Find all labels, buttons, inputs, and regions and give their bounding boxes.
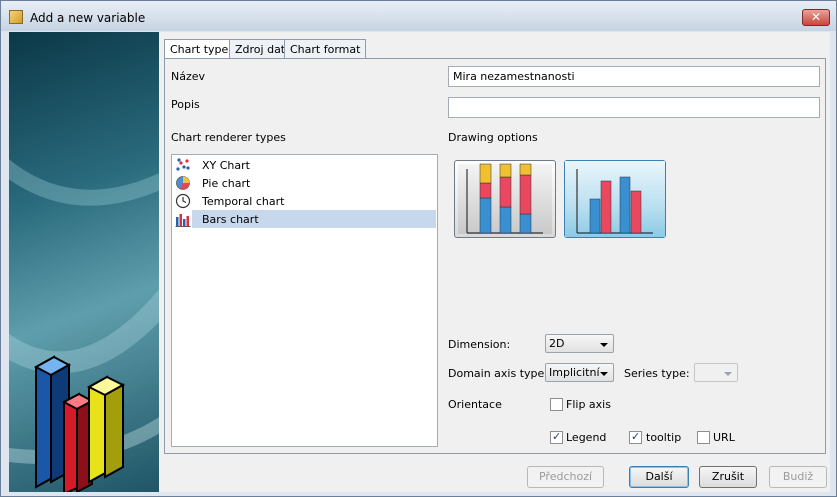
list-item-label: Temporal chart [202,195,285,208]
previous-button[interactable]: Předchozí [527,466,604,488]
clock-icon [175,193,191,209]
grouped-bar-chart-icon [565,161,665,237]
stacked-bar-chart-icon [458,163,552,234]
tooltip-label: tooltip [646,431,682,444]
wizard-side-artwork [9,32,159,492]
domain-axis-select[interactable]: Implicitní [545,363,614,382]
window-title: Add a new variable [30,11,146,25]
dimension-label: Dimension: [448,338,511,351]
legend-label: Legend [566,431,607,444]
tab-data-source[interactable]: Zdroj dat [229,39,292,58]
list-item-label: XY Chart [202,159,250,172]
description-label: Popis [171,98,200,111]
bar-chart-logo-icon [9,159,159,492]
list-item-pie-chart[interactable]: Pie chart [173,174,436,192]
list-item-temporal-chart[interactable]: Temporal chart [173,192,436,210]
dimension-select[interactable]: 2D [545,334,614,353]
series-type-label: Series type: [624,367,690,380]
legend-checkbox[interactable] [550,430,563,444]
chevron-down-icon [724,372,732,376]
finish-button[interactable]: Budiž [769,466,827,488]
url-checkbox[interactable] [697,431,710,444]
stacked-bar-option-button[interactable] [454,160,556,238]
domain-axis-label: Domain axis type: [448,367,548,380]
name-field[interactable]: Mira nezamestnanosti [448,66,820,87]
grouped-bar-option-button[interactable] [564,160,666,238]
list-item-label: Pie chart [202,177,251,190]
title-bar[interactable]: Add a new variable ✕ [1,1,836,31]
tab-chart-format[interactable]: Chart format [284,39,367,58]
renderer-types-label: Chart renderer types [171,131,286,144]
scatter-chart-icon [176,158,190,171]
chevron-down-icon [600,372,608,376]
url-label: URL [713,431,735,444]
name-label: Název [171,70,206,83]
domain-axis-value: Implicitní [549,366,600,379]
next-button[interactable]: Další [629,466,689,488]
bar-chart-icon [175,214,191,227]
renderer-types-list[interactable]: XY Chart Pie chart Temporal chart Bars c… [171,154,438,447]
orientation-label: Orientace [448,398,502,411]
dimension-value: 2D [549,337,565,350]
close-button[interactable]: ✕ [802,9,830,26]
pie-chart-icon [176,176,190,190]
description-field[interactable] [448,97,820,118]
flip-axis-label: Flip axis [566,398,611,411]
drawing-options-label: Drawing options [448,131,538,144]
dialog-content: Chart type Zdroj dat Chart format Název … [9,32,830,492]
tab-chart-type[interactable]: Chart type [164,39,235,59]
list-item-label: Bars chart [202,213,259,226]
dialog-window: Add a new variable ✕ Chart type Zdroj da… [0,0,837,497]
list-item-bars-chart[interactable]: Bars chart [173,210,436,228]
tab-panel-chart-type: Název Mira nezamestnanosti Popis Chart r… [164,58,826,454]
chevron-down-icon [600,343,608,347]
cancel-button[interactable]: Zrušit [699,466,757,488]
series-type-select[interactable] [694,363,738,382]
app-icon [9,10,23,24]
tooltip-checkbox[interactable] [629,430,642,444]
list-item-xy-chart[interactable]: XY Chart [173,156,436,174]
flip-axis-checkbox[interactable] [550,398,563,411]
